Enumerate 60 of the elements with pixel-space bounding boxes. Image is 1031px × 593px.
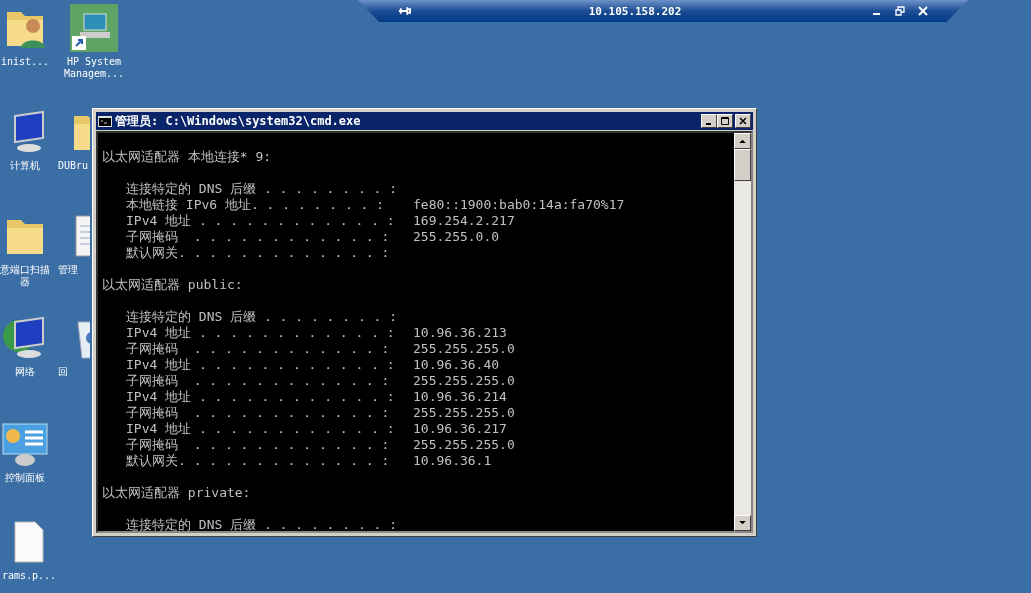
config-label: 默认网关. . . . . . . . . . . . . :: [126, 245, 391, 261]
minimize-button[interactable]: [701, 114, 717, 128]
down-arrow-icon: [739, 521, 746, 525]
control-panel-icon[interactable]: [1, 420, 49, 468]
config-label: 子网掩码 . . . . . . . . . . . . :: [126, 229, 391, 245]
adapter-heading: 以太网适配器 public:: [102, 277, 243, 292]
remote-host-title: 10.105.158.202: [587, 4, 683, 18]
config-value: 255.255.0.0: [413, 229, 500, 245]
config-value: 255.255.255.0: [413, 373, 515, 389]
icon-label: 回: [58, 366, 68, 378]
pin-icon[interactable]: [398, 6, 411, 16]
config-value: 255.255.255.0: [413, 405, 515, 421]
config-value: fe80::1900:bab0:14a:fa70%17: [413, 197, 625, 213]
config-value: 10.96.36.1: [413, 453, 492, 469]
config-value: 255.255.255.0: [413, 437, 515, 453]
vertical-scrollbar[interactable]: [734, 133, 751, 531]
close-icon: [739, 117, 747, 125]
close-icon[interactable]: [918, 6, 928, 16]
config-value: 10.96.36.40: [413, 357, 500, 373]
scroll-up-button[interactable]: [734, 133, 751, 149]
config-label: 子网掩码 . . . . . . . . . . . . :: [126, 437, 391, 453]
restore-icon[interactable]: [895, 6, 905, 16]
config-label: IPv4 地址 . . . . . . . . . . . . :: [126, 389, 396, 405]
config-value: 10.96.36.217: [413, 421, 507, 437]
config-label: IPv4 地址 . . . . . . . . . . . . :: [126, 357, 396, 373]
maximize-button[interactable]: [717, 114, 733, 128]
config-label: IPv4 地址 . . . . . . . . . . . . :: [126, 213, 396, 229]
icon-label: DUBru: [58, 160, 89, 172]
icon-label: inist...: [0, 56, 50, 68]
console-icon: [98, 115, 112, 127]
config-value: 10.96.36.214: [413, 389, 507, 405]
config-label: 默认网关. . . . . . . . . . . . . :: [126, 453, 391, 469]
config-label: 本地链接 IPv6 地址. . . . . . . . :: [126, 197, 385, 213]
up-arrow-icon: [739, 139, 746, 143]
config-value: 169.254.2.217: [413, 213, 515, 229]
config-label: 连接特定的 DNS 后缀 . . . . . . . . :: [126, 309, 398, 325]
icon-label: 计算机: [10, 160, 40, 172]
scroll-down-button[interactable]: [734, 515, 751, 531]
config-label: IPv4 地址 . . . . . . . . . . . . :: [126, 421, 396, 437]
icon-label: 控制面板: [5, 472, 45, 484]
config-label: 连接特定的 DNS 后缀 . . . . . . . . :: [126, 517, 398, 531]
config-value: 10.96.36.213: [413, 325, 507, 341]
config-label: 子网掩码 . . . . . . . . . . . . :: [126, 373, 391, 389]
close-button[interactable]: [735, 114, 751, 128]
icon-label: HP System Managem...: [62, 56, 126, 80]
window-title: 管理员: C:\Windows\system32\cmd.exe: [115, 112, 362, 130]
scrollbar-thumb[interactable]: [734, 149, 751, 181]
config-label: 子网掩码 . . . . . . . . . . . . :: [126, 341, 391, 357]
icon-label: 管理: [58, 264, 78, 276]
maximize-icon: [721, 117, 729, 125]
adapter-heading: 以太网适配器 private:: [102, 485, 251, 500]
config-label: 连接特定的 DNS 后缀 . . . . . . . . :: [126, 181, 398, 197]
adapter-heading: 以太网适配器 本地连接* 9:: [102, 149, 272, 164]
config-label: IPv4 地址 . . . . . . . . . . . . :: [126, 325, 396, 341]
config-value: 255.255.255.0: [413, 341, 515, 357]
config-label: 子网掩码 . . . . . . . . . . . . :: [126, 405, 391, 421]
icon-label: 意端口扫描器: [0, 264, 50, 288]
icon-label: 网络: [15, 366, 35, 378]
icon-label: rams.p...: [1, 570, 57, 582]
monitor-shortcut-icon[interactable]: [70, 4, 118, 52]
